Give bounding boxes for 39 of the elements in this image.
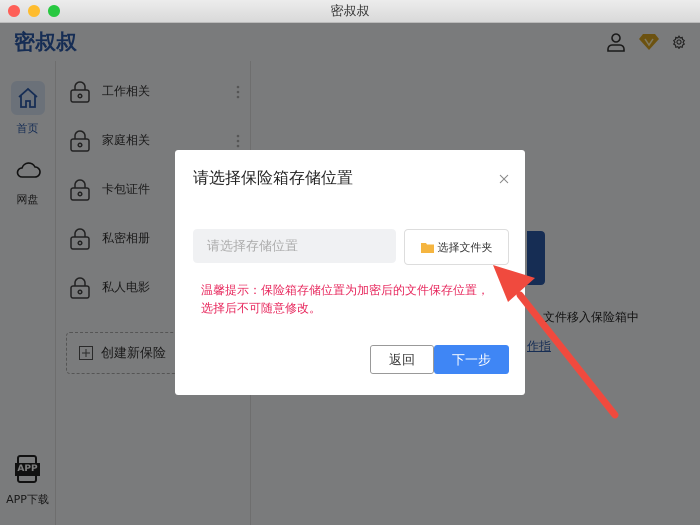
back-button[interactable]: 返回 [370, 345, 434, 374]
app-label: APP [15, 462, 40, 476]
home-icon [16, 86, 40, 110]
padlock-icon [70, 130, 90, 152]
nav-item[interactable]: 网盘 [10, 152, 44, 207]
dialog-title: 请选择保险箱存储位置 [193, 168, 353, 189]
nav-label: 网盘 [16, 192, 38, 207]
close-icon[interactable] [499, 174, 509, 184]
window-title: 密叔叔 [330, 3, 370, 20]
padlock-icon [70, 80, 90, 102]
diamond-icon[interactable] [638, 33, 660, 51]
close-icon[interactable] [8, 5, 20, 17]
location-field[interactable]: 请选择存储位置 [193, 229, 396, 263]
padlock-icon [70, 178, 90, 200]
plus-icon [79, 346, 93, 360]
nav-label: 首页 [16, 121, 38, 136]
nav-item[interactable]: APP APP下载 [6, 452, 49, 507]
choose-folder-button[interactable]: 选择文件夹 [404, 229, 509, 265]
more-icon[interactable] [236, 134, 240, 148]
vault-name[interactable]: 家庭相关 [102, 132, 150, 149]
user-icon[interactable] [606, 32, 626, 52]
app-logo: 密叔叔 [14, 29, 77, 56]
vault-name[interactable]: 私人电影 [102, 279, 150, 296]
vault-name[interactable]: 工作相关 [102, 83, 150, 100]
nav-label: APP下载 [6, 492, 49, 507]
guide-link[interactable]: 作指 [527, 338, 551, 355]
cloud-icon [14, 159, 40, 179]
vault-name[interactable]: 卡包证件 [102, 181, 150, 198]
more-icon[interactable] [236, 84, 240, 98]
settings-icon[interactable] [672, 35, 686, 49]
padlock-icon [70, 228, 90, 250]
padlock-icon [70, 276, 90, 298]
warning-text: 温馨提示：保险箱存储位置为加密后的文件保存位置，选择后不可随意修改。 [201, 282, 490, 317]
vault-name[interactable]: 私密相册 [102, 230, 150, 247]
next-button[interactable]: 下一步 [434, 345, 509, 374]
zoom-icon[interactable] [48, 5, 60, 17]
minimize-icon[interactable] [28, 5, 40, 17]
start-button[interactable] [527, 231, 545, 285]
folder-icon [420, 242, 434, 252]
